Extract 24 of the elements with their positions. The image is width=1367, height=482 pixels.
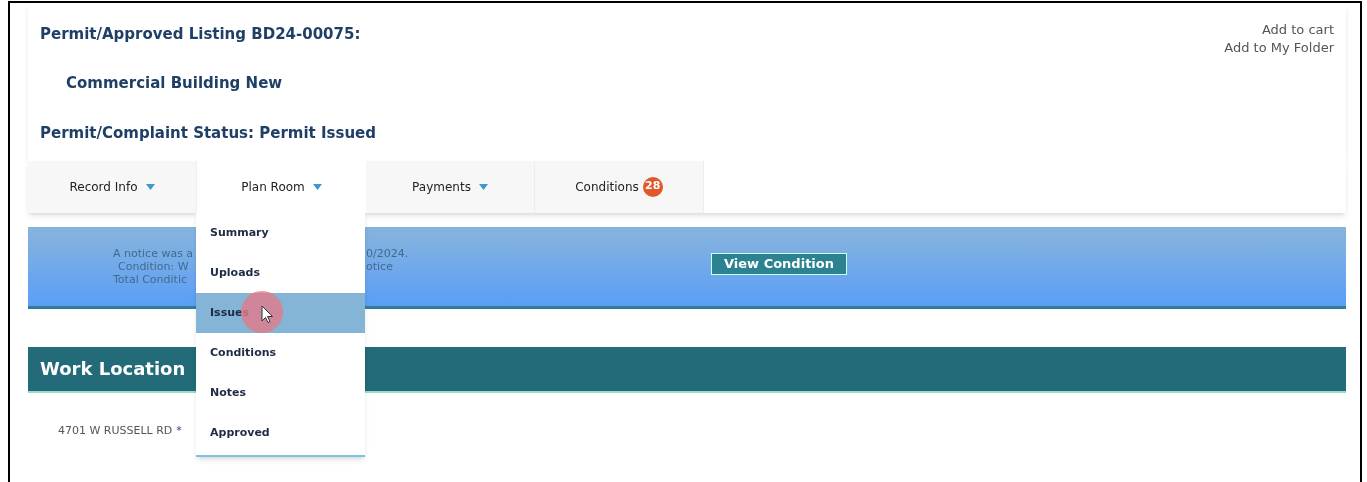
record-type: Commercial Building New — [66, 72, 284, 94]
view-condition-button[interactable]: View Condition — [711, 253, 847, 275]
menu-item[interactable]: Summary — [196, 213, 365, 253]
notice-text: A notice was a — [113, 246, 194, 260]
required-mark: * — [176, 422, 182, 439]
notice-text: 0/2024. — [366, 246, 409, 260]
notice-text: Total Conditic — [113, 272, 189, 286]
notice-text: Condition: W — [118, 259, 190, 273]
section-title: Work Location — [40, 357, 186, 381]
record-status: Permit/Complaint Status: Permit Issued — [40, 123, 376, 144]
menu-item[interactable]: Uploads — [196, 253, 365, 293]
menu-item[interactable]: Notes — [196, 373, 365, 413]
notice-text: otice — [366, 259, 394, 273]
nav-tab[interactable]: Plan Room — [197, 160, 366, 213]
header-link[interactable]: Add to cart — [1261, 21, 1334, 39]
header-link[interactable]: Add to My Folder — [1224, 39, 1334, 57]
count-badge: 28 — [642, 176, 663, 197]
listing-title: Permit/Approved Listing BD24-00075: — [40, 24, 362, 45]
nav-tab[interactable]: Record Info — [28, 160, 197, 213]
nav-tab[interactable]: Payments — [366, 160, 535, 213]
work-address: 4701 W RUSSELL RD — [58, 422, 173, 439]
menu-item[interactable]: Approved — [196, 413, 365, 453]
menu-item[interactable]: Conditions — [196, 333, 365, 373]
nav-tab[interactable]: Conditions 28 — [535, 160, 704, 213]
